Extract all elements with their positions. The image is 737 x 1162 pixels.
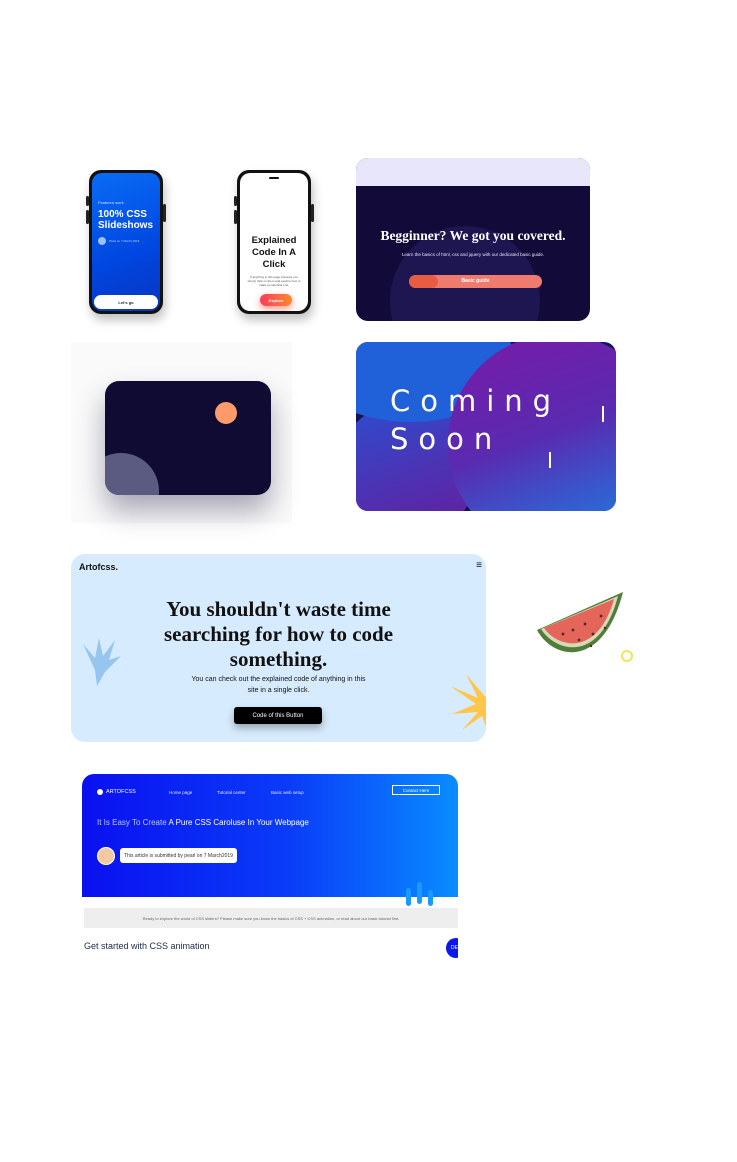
- nav-tutorial-center[interactable]: Tutorial center: [217, 790, 246, 795]
- artofcss-hero: Artofcss. ≡ You shouldn't waste time sea…: [71, 554, 486, 742]
- beginner-heading: Begginner? We got you covered.: [380, 228, 566, 243]
- author-byline: This article is submitted by pearl on 7 …: [120, 848, 237, 863]
- text-cursor: [602, 406, 604, 422]
- coming-soon-line1: Coming: [390, 384, 562, 418]
- article-logo[interactable]: ARTOFCSS: [97, 789, 136, 795]
- explore-button[interactable]: Explore: [260, 294, 292, 306]
- info-banner: Ready to explore the world of CSS slider…: [84, 908, 458, 928]
- phone-notch: [269, 177, 279, 179]
- explained-code-title: Explained Code In A Click: [251, 235, 297, 270]
- phone-side-button: [86, 196, 89, 206]
- hero-heading: You shouldn't waste time searching for h…: [163, 597, 394, 671]
- featured-label: Featured work: [98, 200, 124, 205]
- article-hero: ARTOFCSS Home page Tutorial center Basic…: [82, 774, 458, 897]
- site-logo[interactable]: Artofcss.: [79, 562, 118, 572]
- dark-card[interactable]: [105, 381, 271, 495]
- section-title: Get started with CSS animation: [84, 941, 210, 951]
- beginner-subheading: Learn the basics of html, css and jquery…: [401, 252, 545, 257]
- coming-soon-line2: Soon: [390, 422, 503, 456]
- logo-dot-icon: [97, 789, 103, 795]
- hamburger-menu-icon[interactable]: ≡: [476, 560, 482, 571]
- lets-go-button[interactable]: Let's go: [94, 295, 158, 309]
- article-logo-text: ARTOFCSS: [106, 789, 136, 795]
- phone-screen: Featured work 100% CSS Slideshows Pearl …: [92, 173, 160, 311]
- phone-side-button: [163, 204, 166, 222]
- basic-guide-button[interactable]: Basic guide: [409, 275, 542, 288]
- author-avatar: [97, 847, 115, 865]
- card-top-band: [356, 158, 590, 186]
- wave-decoration-icon: [406, 882, 433, 906]
- coming-soon-card: Coming Soon: [356, 342, 616, 511]
- article-title-bold: A Pure CSS Caroluse In Your Webpage: [168, 818, 309, 827]
- author-meta: Pearl on 7 March 2019: [98, 237, 139, 245]
- code-of-this-button[interactable]: Code of this Button: [234, 707, 322, 724]
- phone-side-button: [234, 210, 237, 224]
- text-cursor: [549, 452, 551, 468]
- hero-subheading: You can check out the explained code of …: [191, 676, 366, 694]
- article-title-light: It Is Easy To Create: [97, 818, 167, 827]
- article-page-preview: ARTOFCSS Home page Tutorial center Basic…: [82, 774, 458, 960]
- coming-soon-text: Coming Soon: [390, 382, 561, 458]
- nav-home-page[interactable]: Home page: [169, 790, 192, 795]
- dark-card-preview: [71, 342, 292, 523]
- beginner-guide-card: Begginner? We got you covered. Learn the…: [356, 158, 590, 321]
- watermelon-icon: [537, 592, 633, 662]
- nav-basic-web-setup[interactable]: Basic web setup: [271, 790, 304, 795]
- phone-side-button: [234, 196, 237, 206]
- contact-button[interactable]: Contact Here: [392, 785, 440, 795]
- orange-circle-decoration: [215, 402, 237, 424]
- slideshow-title: 100% CSS Slideshows: [98, 209, 154, 231]
- article-title: It Is Easy To Create A Pure CSS Caroluse…: [97, 818, 309, 827]
- basic-guide-label: Basic guide: [461, 278, 490, 284]
- phone-side-button: [311, 204, 314, 222]
- phone-screen: Explained Code In A Click If anything in…: [240, 173, 308, 311]
- avatar: [98, 237, 106, 245]
- floating-action-button[interactable]: DE: [446, 938, 458, 958]
- phone-side-button: [86, 210, 89, 224]
- author-date: Pearl on 7 March 2019: [109, 239, 140, 243]
- grey-blob-decoration: [105, 453, 159, 495]
- phone-mockup-slideshows: Featured work 100% CSS Slideshows Pearl …: [86, 170, 166, 314]
- explained-code-description: If anything in this page interests you s…: [247, 275, 301, 287]
- phone-mockup-explained-code: Explained Code In A Click If anything in…: [234, 170, 314, 314]
